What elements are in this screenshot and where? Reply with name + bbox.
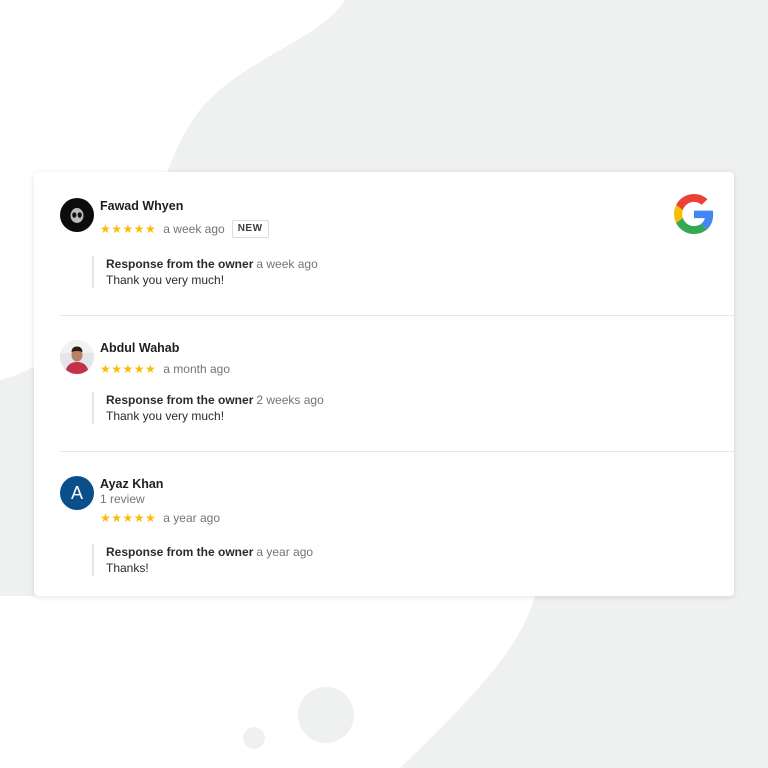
reviewer-name[interactable]: Fawad Whyen bbox=[100, 199, 183, 213]
alien-avatar-icon bbox=[60, 198, 94, 232]
review-date: a month ago bbox=[163, 362, 231, 376]
rating-row: ★★★★★ a year ago bbox=[100, 510, 220, 526]
response-title: Response from the owner bbox=[106, 393, 254, 407]
review-item: A Ayaz Khan 1 review ★★★★★ a year ago Re… bbox=[34, 452, 734, 596]
review-date: a year ago bbox=[163, 511, 221, 525]
star-rating: ★★★★★ bbox=[100, 362, 157, 376]
star-rating: ★★★★★ bbox=[100, 511, 157, 525]
response-date: a week ago bbox=[256, 257, 318, 271]
review-item: Abdul Wahab ★★★★★ a month ago Response f… bbox=[34, 316, 734, 452]
response-title: Response from the owner bbox=[106, 545, 254, 559]
owner-response: Response from the owner a week ago Thank … bbox=[92, 256, 318, 288]
response-title: Response from the owner bbox=[106, 257, 254, 271]
avatar-letter: A bbox=[70, 483, 83, 503]
reviewer-name[interactable]: Ayaz Khan bbox=[100, 477, 163, 491]
reviewer-name[interactable]: Abdul Wahab bbox=[100, 341, 179, 355]
photo-avatar bbox=[60, 340, 94, 374]
new-badge: NEW bbox=[231, 220, 269, 238]
response-text: Thank you very much! bbox=[106, 273, 225, 287]
review-item: Fawad Whyen ★★★★★ a week ago NEW Respons… bbox=[34, 172, 734, 316]
response-text: Thank you very much! bbox=[106, 409, 225, 423]
review-count: 1 review bbox=[100, 492, 145, 506]
rating-row: ★★★★★ a week ago NEW bbox=[100, 220, 269, 238]
letter-avatar: A bbox=[60, 476, 94, 510]
owner-response: Response from the owner a year ago Thanks… bbox=[92, 544, 313, 576]
rating-row: ★★★★★ a month ago bbox=[100, 361, 230, 377]
response-date: 2 weeks ago bbox=[256, 393, 324, 407]
star-rating: ★★★★★ bbox=[100, 222, 157, 236]
response-date: a year ago bbox=[256, 545, 314, 559]
response-text: Thanks! bbox=[106, 561, 149, 575]
reviews-card: Fawad Whyen ★★★★★ a week ago NEW Respons… bbox=[34, 172, 734, 596]
review-date: a week ago bbox=[163, 222, 225, 236]
owner-response: Response from the owner 2 weeks ago Thank… bbox=[92, 392, 324, 424]
